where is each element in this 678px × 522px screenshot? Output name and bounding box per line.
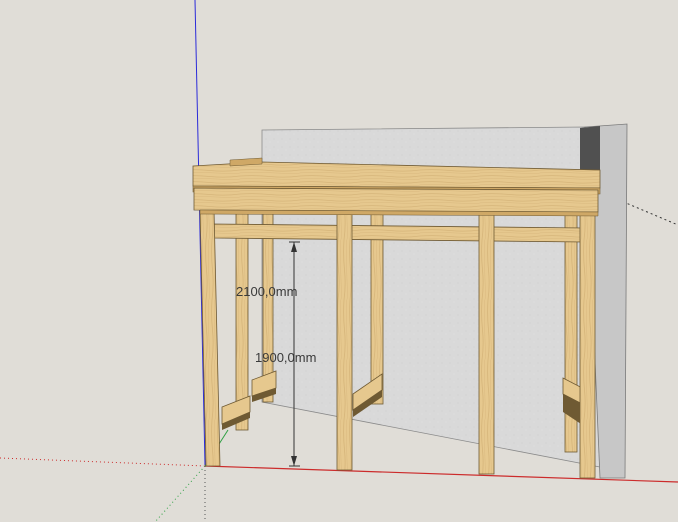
green-axis-dotted bbox=[154, 465, 206, 522]
dimension-label-2100: 2100,0mm bbox=[236, 284, 297, 299]
3d-viewport[interactable]: 2100,0mm 1900,0mm bbox=[0, 0, 678, 522]
scene: 2100,0mm 1900,0mm bbox=[0, 0, 678, 522]
red-axis-dotted bbox=[0, 457, 206, 467]
dimension-label-1900: 1900,0mm bbox=[255, 350, 316, 365]
